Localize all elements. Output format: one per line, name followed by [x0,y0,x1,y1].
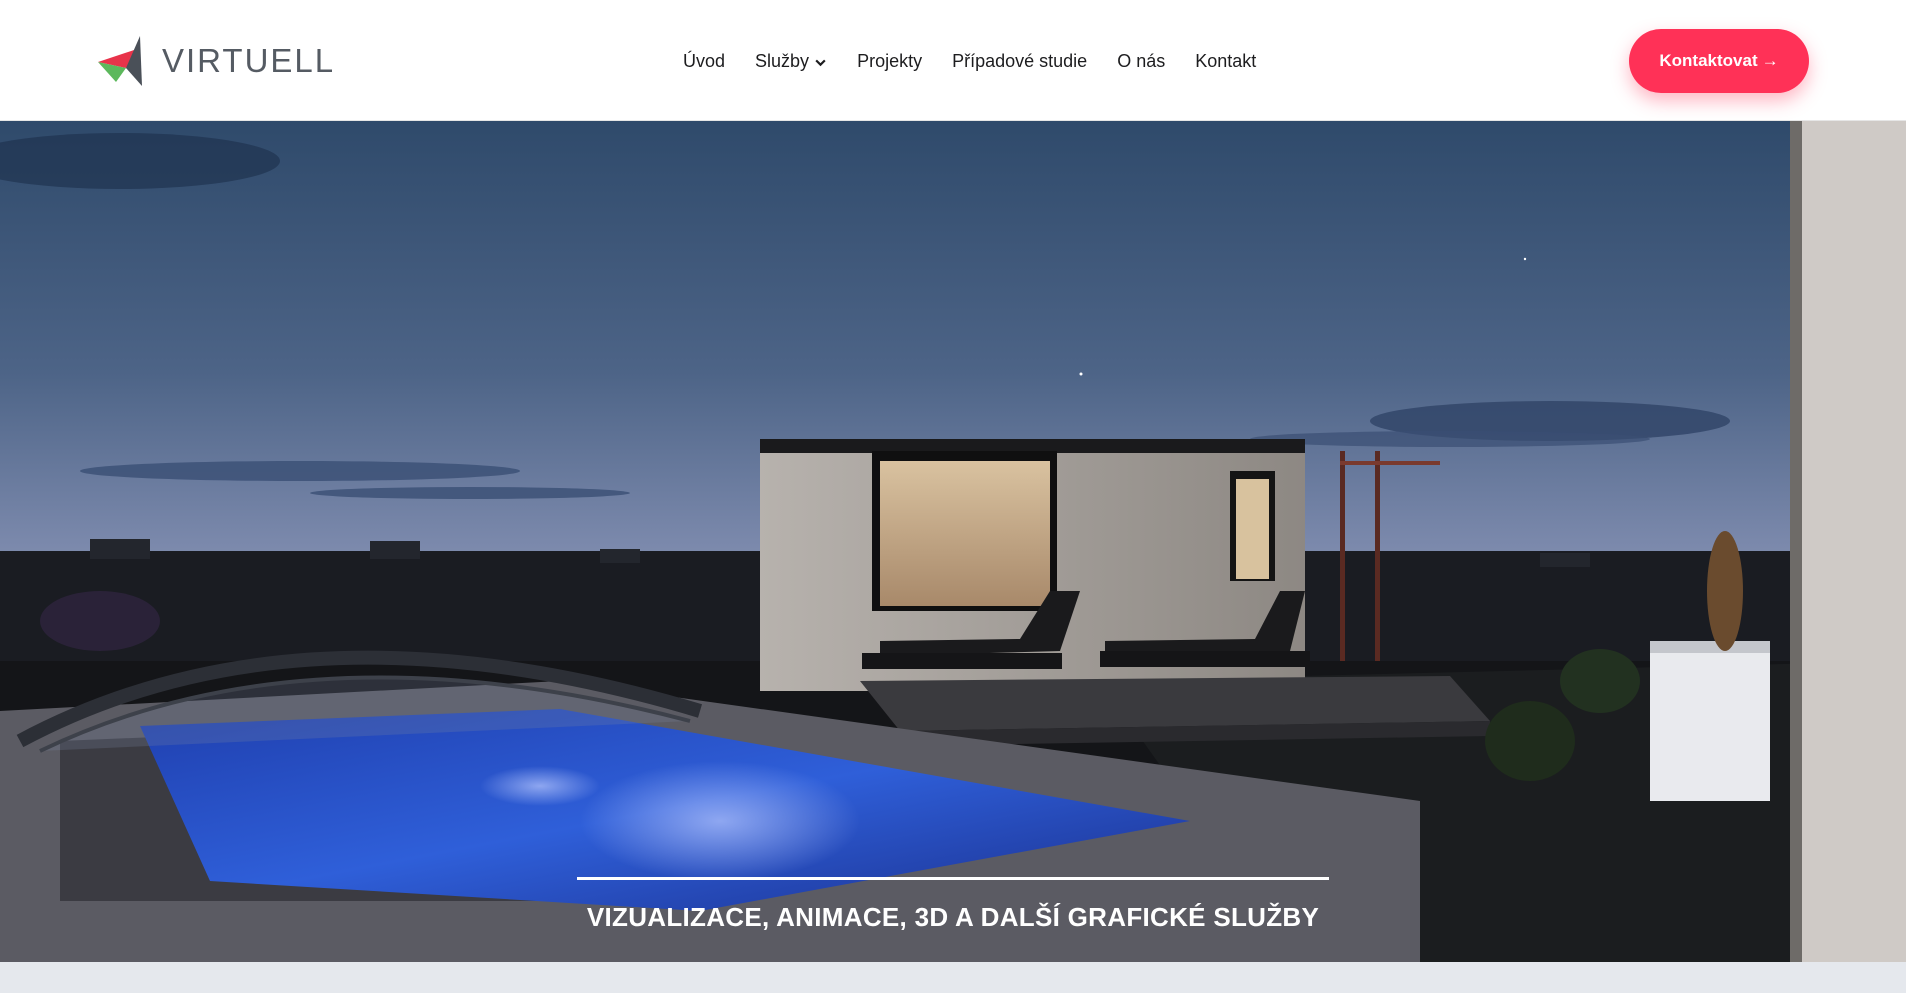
nav-item-uvod[interactable]: Úvod [683,51,725,72]
next-section-strip [0,962,1906,993]
nav-item-o-nas[interactable]: O nás [1117,51,1165,72]
logo-text: VIRTUELL [162,42,336,79]
nav-item-label: Služby [755,50,810,71]
nav-item-label: Projekty [857,50,923,71]
nav-item-projekty[interactable]: Projekty [857,51,922,72]
hero-heading: VIZUALIZACE, ANIMACE, 3D A DALŠÍ GRAFICK… [586,902,1320,932]
logo[interactable]: VIRTUELL [96,34,335,88]
logo-mark-icon [98,36,142,86]
contact-button[interactable]: Kontaktovat → [1629,29,1809,93]
site-header: VIRTUELL Úvod Služby Projekty Případové … [0,0,1906,121]
nav-item-pripadove-studie[interactable]: Případové studie [952,51,1087,72]
nav-item-label: O nás [1117,50,1166,71]
hero-caption: VIZUALIZACE, ANIMACE, 3D A DALŠÍ GRAFICK… [577,877,1329,933]
hero-image [0,121,1906,962]
nav-item-label: Úvod [683,50,726,71]
main-nav: Úvod Služby Projekty Případové studie O … [683,42,1256,80]
nav-item-label: Kontakt [1195,50,1257,71]
nav-item-kontakt[interactable]: Kontakt [1195,51,1256,72]
hero-divider [577,877,1329,880]
arrow-right-icon: → [1761,51,1779,70]
nav-item-sluzby[interactable]: Služby [755,51,827,72]
hero-section: VIZUALIZACE, ANIMACE, 3D A DALŠÍ GRAFICK… [0,121,1906,962]
nav-item-label: Případové studie [952,50,1088,71]
contact-button-label: Kontaktovat [1659,51,1758,70]
chevron-down-icon [815,59,826,66]
